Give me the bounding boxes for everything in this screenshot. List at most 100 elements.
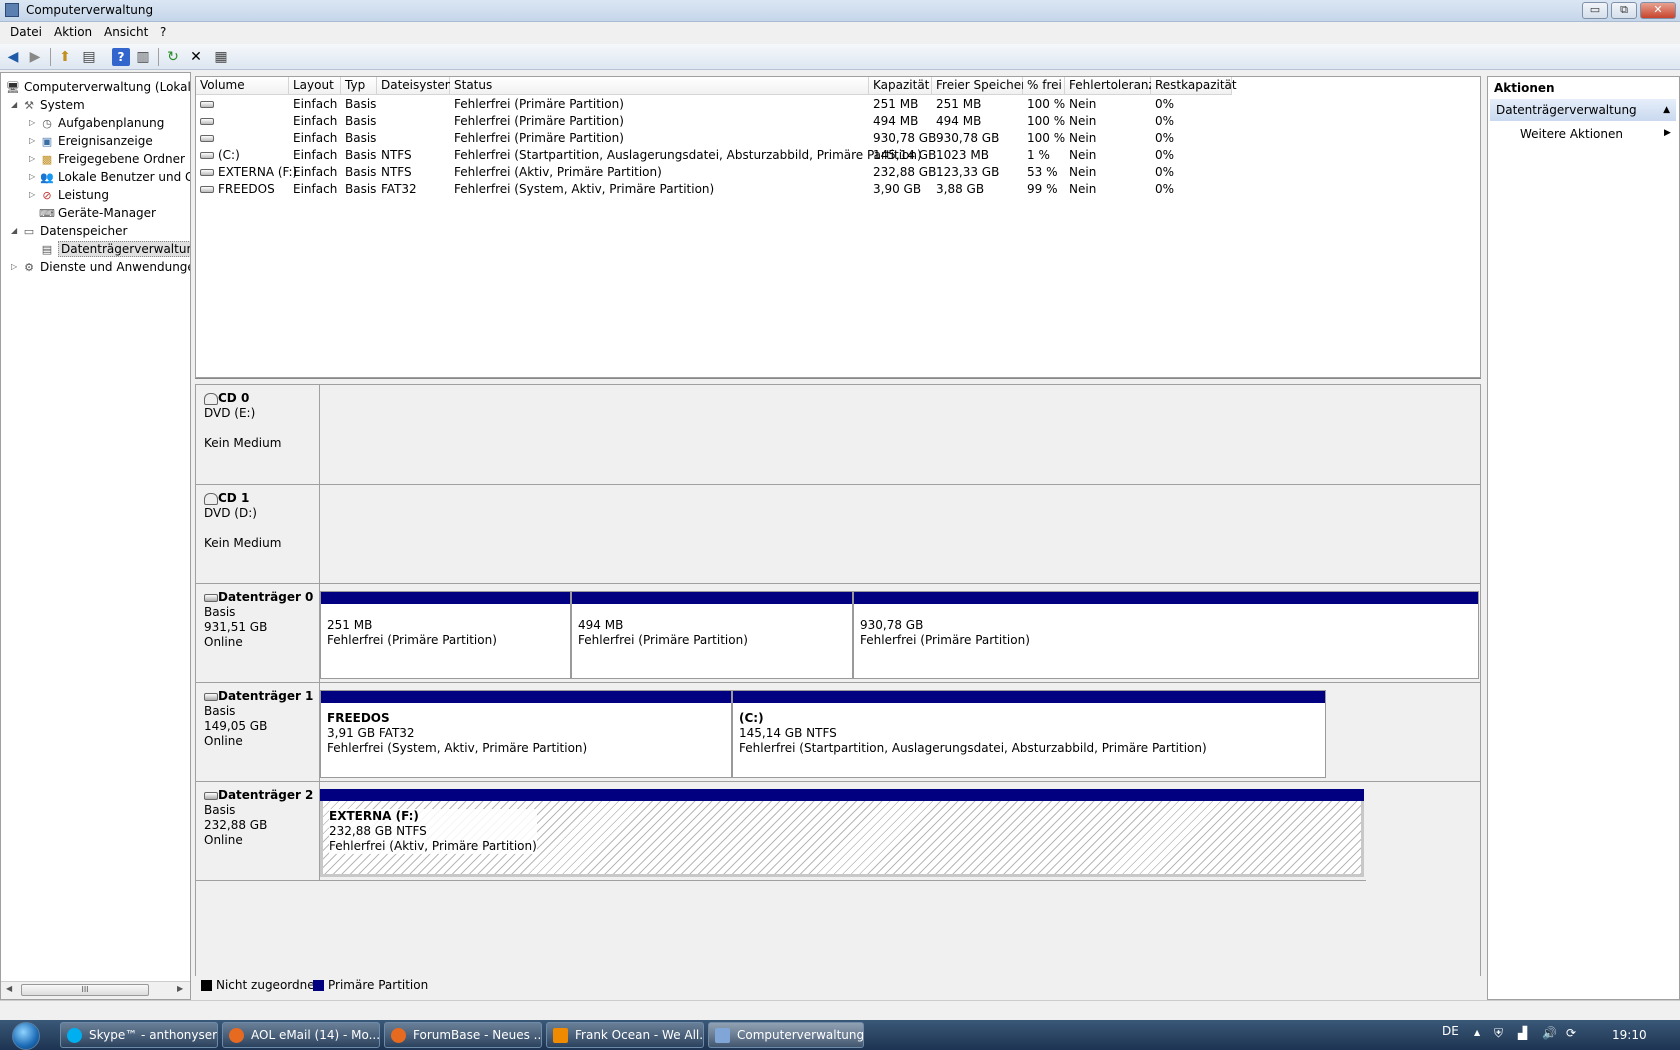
scroll-thumb[interactable]: III (21, 984, 149, 996)
partition-externa[interactable]: EXTERNA (F:) 232,88 GB NTFS Fehlerfrei (Ak… (320, 789, 1364, 877)
network-shield-icon[interactable]: ⛨ (1494, 1026, 1503, 1041)
expand-arrow-icon[interactable]: ▷ (29, 114, 39, 132)
show-actions-icon[interactable]: ▥ (134, 48, 152, 66)
primary-swatch (313, 980, 324, 991)
disk-area-cd1[interactable] (320, 485, 1480, 584)
table-row[interactable]: Einfach Basis Fehlerfrei (Primäre Partitio… (196, 130, 1480, 147)
volume-icon (200, 135, 214, 142)
menu-aktion[interactable]: Aktion (54, 25, 92, 39)
col-prozent-frei[interactable]: % frei (1023, 77, 1065, 95)
task-aol[interactable]: AOL eMail (14) - Mo... (222, 1022, 380, 1048)
table-row[interactable]: (C:) Einfach Basis NTFS Fehlerfrei (Startpar… (196, 147, 1480, 164)
show-hidden-icons-icon[interactable]: ▲ (1474, 1028, 1480, 1037)
action-weitere-aktionen[interactable]: Weitere Aktionen (1520, 127, 1623, 141)
disk-area-cd0[interactable] (320, 385, 1480, 485)
expand-arrow-icon[interactable]: ▷ (11, 258, 21, 276)
close-button[interactable]: ✕ (1640, 2, 1676, 19)
actions-section-datentraegerverwaltung[interactable]: Datenträgerverwaltung ▲ (1490, 99, 1676, 121)
help-icon[interactable]: ? (112, 48, 130, 66)
title-bar: Computerverwaltung ▭ ⧉ ✕ (0, 0, 1680, 22)
task-label: Computerverwaltung (737, 1028, 864, 1042)
expand-arrow-icon[interactable]: ▷ (29, 168, 39, 186)
windows-logo-icon (12, 1022, 40, 1050)
partition-size: 3,91 GB FAT32 (327, 726, 415, 740)
tree-item-datenspeicher[interactable]: ◢ ▭ Datenspeicher (11, 222, 127, 240)
partition-disk0-2[interactable]: 494 MB Fehlerfrei (Primäre Partition) (571, 591, 853, 679)
menu-help[interactable]: ? (160, 25, 166, 39)
tree-item-aufgabenplanung[interactable]: ▷ ◷ Aufgabenplanung (29, 114, 164, 132)
language-indicator[interactable]: DE (1442, 1024, 1459, 1038)
table-row[interactable]: EXTERNA (F:) Einfach Basis NTFS Fehlerfrei (… (196, 164, 1480, 181)
tree-item-dienste[interactable]: ▷ ⚙ Dienste und Anwendungen (11, 258, 190, 276)
partition-size: 251 MB (327, 618, 373, 632)
menu-datei[interactable]: Datei (10, 25, 42, 39)
volume-icon[interactable]: 🔊 (1542, 1026, 1557, 1040)
table-row[interactable]: FREEDOS Einfach Basis FAT32 Fehlerfrei (Syst… (196, 181, 1480, 198)
table-row[interactable]: Einfach Basis Fehlerfrei (Primäre Partitio… (196, 96, 1480, 113)
forward-icon[interactable]: ▶ (26, 48, 44, 66)
task-vlc[interactable]: Frank Ocean - We All... (546, 1022, 704, 1048)
expand-arrow-icon[interactable]: ▷ (29, 132, 39, 150)
collapse-arrow-icon[interactable]: ◢ (11, 96, 21, 114)
expand-arrow-icon[interactable]: ▷ (29, 186, 39, 204)
section-label: Datenträgerverwaltung (1496, 103, 1637, 117)
collapse-arrow-icon[interactable]: ◢ (11, 222, 21, 240)
col-volume[interactable]: Volume (196, 77, 289, 95)
delete-icon[interactable]: ✕ (187, 48, 205, 66)
expand-arrow-icon[interactable]: ▷ (29, 150, 39, 168)
task-computerverwaltung[interactable]: Computerverwaltung (708, 1022, 864, 1048)
partition-c[interactable]: (C:) 145,14 GB NTFS Fehlerfrei (Startparti… (732, 690, 1326, 778)
tree-item-freigegebene-ordner[interactable]: ▷ ▩ Freigegebene Ordner (29, 150, 185, 168)
submenu-arrow-icon[interactable]: ▶ (1664, 128, 1671, 138)
cell-volume: FREEDOS (196, 181, 275, 198)
col-restkapazitaet[interactable]: Restkapazität (1151, 77, 1237, 95)
scroll-right-icon[interactable]: ▶ (177, 984, 183, 993)
disk-label-cd0[interactable]: CD 0 DVD (E:) Kein Medium (196, 385, 320, 484)
tree-item-root[interactable]: 🖥 Computerverwaltung (Lokal) (5, 78, 190, 96)
tree-item-leistung[interactable]: ▷ ⊘ Leistung (29, 186, 109, 204)
network-icon[interactable]: ▟ (1518, 1026, 1527, 1040)
properties-icon[interactable]: ▦ (212, 48, 230, 66)
show-tree-icon[interactable]: ▤ (80, 48, 98, 66)
disk-type: DVD (D:) (204, 506, 257, 520)
col-kapazitaet[interactable]: Kapazität (869, 77, 932, 95)
cell-status: Fehlerfrei (System, Aktiv, Primäre Parti… (454, 182, 715, 196)
col-freier-speicher[interactable]: Freier Speicher (932, 77, 1026, 95)
col-status[interactable]: Status (450, 77, 869, 95)
disk-label-disk2[interactable]: Datenträger 2 Basis 232,88 GB Online (196, 782, 320, 880)
tree-item-ereignisanzeige[interactable]: ▷ ▣ Ereignisanzeige (29, 132, 153, 150)
refresh-icon[interactable]: ↻ (164, 48, 182, 66)
col-layout[interactable]: Layout (289, 77, 341, 95)
col-typ[interactable]: Typ (341, 77, 377, 95)
back-icon[interactable]: ◀ (4, 48, 22, 66)
task-skype[interactable]: Skype™ - anthonyser... (60, 1022, 218, 1048)
tree-horizontal-scrollbar[interactable]: ◀ III ▶ (1, 981, 190, 999)
hard-disk-icon (204, 593, 218, 602)
scroll-left-icon[interactable]: ◀ (6, 984, 12, 993)
tree-item-datentraegerverwaltung[interactable]: ▤ Datenträgerverwaltung (39, 240, 190, 258)
partition-freedos[interactable]: FREEDOS 3,91 GB FAT32 Fehlerfrei (System, … (320, 690, 732, 778)
table-row[interactable]: Einfach Basis Fehlerfrei (Primäre Partitio… (196, 113, 1480, 130)
menu-ansicht[interactable]: Ansicht (104, 25, 148, 39)
tree-item-lokale-benutzer[interactable]: ▷ 👥 Lokale Benutzer und Gr (29, 168, 190, 186)
maximize-button[interactable]: ⧉ (1611, 2, 1637, 19)
disk-label-cd1[interactable]: CD 1 DVD (D:) Kein Medium (196, 485, 320, 583)
clock[interactable]: 19:10 (1612, 1028, 1647, 1042)
partition-size: 930,78 GB (860, 618, 924, 632)
cell-layout: Einfach (293, 165, 338, 179)
folder-up-icon[interactable]: ⬆ (56, 48, 74, 66)
partition-disk0-3[interactable]: 930,78 GB Fehlerfrei (Primäre Partition) (853, 591, 1479, 679)
col-fehlertoleranz[interactable]: Fehlertoleranz (1065, 77, 1155, 95)
tree-item-system[interactable]: ◢ ⚒ System (11, 96, 85, 114)
disk-label-disk1[interactable]: Datenträger 1 Basis 149,05 GB Online (196, 683, 320, 781)
tree-item-geraete-manager[interactable]: ⌨ Geräte-Manager (39, 204, 156, 222)
partition-disk0-1[interactable]: 251 MB Fehlerfrei (Primäre Partition) (320, 591, 571, 679)
col-dateisystem[interactable]: Dateisystem (377, 77, 456, 95)
minimize-button[interactable]: ▭ (1582, 2, 1608, 19)
task-forumbase[interactable]: ForumBase - Neues ... (384, 1022, 542, 1048)
sync-icon[interactable]: ⟳ (1566, 1026, 1576, 1040)
disk-label-disk0[interactable]: Datenträger 0 Basis 931,51 GB Online (196, 584, 320, 682)
start-button[interactable] (6, 1020, 48, 1050)
collapse-icon[interactable]: ▲ (1663, 99, 1670, 121)
